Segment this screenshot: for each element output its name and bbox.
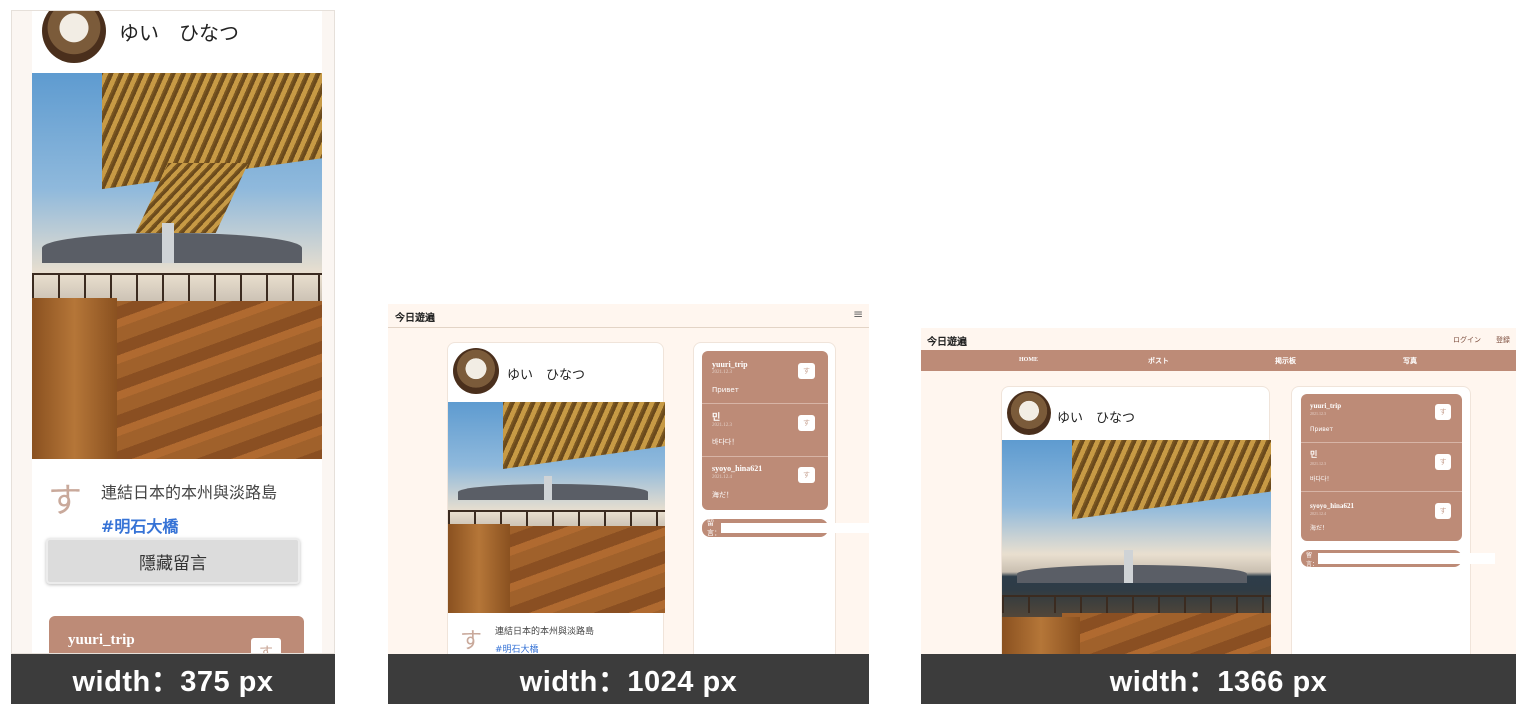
top-bar: 今日遊遍 ログイン 登録 [921, 328, 1516, 350]
post-photo[interactable] [448, 402, 665, 613]
comment-badge-button[interactable]: す [1435, 404, 1451, 420]
post-photo[interactable] [1002, 440, 1271, 654]
comment-item: syoyo_hina621 2021.12.4 海だ！ す [702, 457, 828, 510]
avatar[interactable] [453, 348, 499, 394]
username[interactable]: ゆい ひなつ [119, 17, 239, 46]
menu-icon[interactable]: ≡ [853, 307, 863, 321]
comment-badge-button[interactable]: す [798, 415, 815, 431]
comment-user[interactable]: 민 [712, 410, 720, 423]
comment-text: 바다다！ [1310, 476, 1333, 483]
post-card: ゆい ひなつ す 連結日本的本州與淡路島 #明石大橋 [447, 342, 665, 654]
comment-text: 海だ！ [712, 491, 733, 499]
caption-desktop: width：1366 px [921, 654, 1516, 704]
comment-item: syoyo_hina621 2021.12.4 海だ！ す [1301, 492, 1462, 541]
reply-input[interactable] [721, 522, 869, 534]
mobile-preview: ゆい ひなつ す 連結日本的本州與淡路島 #明石大橋 隱藏留言 yuuri_tr… [11, 10, 335, 654]
comment-date: 2021.12.3 [1310, 411, 1326, 416]
comment-text: 海だ！ [1310, 525, 1329, 532]
comment-user[interactable]: syoyo_hina621 [1310, 502, 1354, 510]
post-badge: す [48, 481, 82, 521]
hide-comments-button[interactable]: 隱藏留言 [46, 538, 300, 584]
post-badge: す [460, 629, 483, 654]
comment-list: yuuri_trip 2021.12.3 Привет す 민 2021.12.… [1301, 394, 1462, 541]
site-logo[interactable]: 今日遊遍 [927, 333, 967, 348]
username[interactable]: ゆい ひなつ [1057, 407, 1135, 426]
post-caption: 連結日本的本州與淡路島 [101, 483, 278, 502]
reply-field[interactable]: 留言： [1301, 550, 1495, 568]
comment-date: 2021.12.3 [1310, 461, 1326, 466]
post-caption: 連結日本的本州與淡路島 [495, 627, 595, 637]
comment-date: 2021.12.3 [712, 423, 732, 428]
nav-board[interactable]: 掲示板 [1275, 356, 1296, 366]
reply-field[interactable]: 留言： [702, 519, 869, 537]
site-logo[interactable]: 今日遊遍 [395, 309, 435, 324]
caption-tablet: width：1024 px [388, 654, 869, 704]
reply-label: 留言： [707, 519, 721, 537]
comment-date: 2021.12.3 [712, 370, 732, 375]
comment-user[interactable]: yuuri_trip [712, 360, 748, 369]
comment-user[interactable]: syoyo_hina621 [712, 464, 762, 473]
comment-text: Привет [712, 386, 739, 394]
post-card: ゆい ひなつ [1001, 386, 1271, 654]
desktop-preview: 今日遊遍 ログイン 登録 HOME ポスト 掲示板 写真 ゆい ひなつ yuur… [921, 328, 1516, 654]
caption-mobile: width：375 px [11, 654, 335, 704]
comment-text: 바다다！ [712, 438, 739, 446]
comment-item: yuuri_trip 2021.12.3 Привет す [702, 351, 828, 404]
comment-user[interactable]: yuuri_trip [1310, 402, 1341, 410]
login-link[interactable]: ログイン [1453, 335, 1481, 345]
nav-post[interactable]: ポスト [1148, 356, 1169, 366]
comment-item: 민 2021.12.3 바다다！ す [1301, 443, 1462, 492]
avatar[interactable] [42, 11, 106, 63]
comment-item: 민 2021.12.3 바다다！ す [702, 404, 828, 457]
comment-item: yuuri_trip す [49, 616, 304, 653]
comments-panel: yuuri_trip 2021.12.3 Привет す 민 2021.12.… [1291, 386, 1495, 654]
post-card: ゆい ひなつ す 連結日本的本州與淡路島 #明石大橋 隱藏留言 yuuri_tr… [32, 11, 322, 653]
hide-comments-label: 隱藏留言 [139, 553, 207, 574]
main-nav: HOME ポスト 掲示板 写真 [921, 350, 1516, 371]
comment-item: yuuri_trip 2021.12.3 Привет す [1301, 394, 1462, 443]
comment-badge-button[interactable]: す [798, 467, 815, 483]
post-photo[interactable] [32, 73, 322, 459]
comment-user[interactable]: 민 [1310, 449, 1317, 460]
avatar[interactable] [1007, 391, 1051, 435]
comment-date: 2021.12.4 [1310, 511, 1326, 516]
nav-photos[interactable]: 写真 [1403, 356, 1417, 366]
comment-list: yuuri_trip 2021.12.3 Привет す 민 2021.12.… [702, 351, 828, 510]
nav-home[interactable]: HOME [1019, 357, 1038, 363]
post-hashtag[interactable]: #明石大橋 [101, 513, 178, 537]
comments-panel: yuuri_trip 2021.12.3 Привет す 민 2021.12.… [693, 342, 869, 654]
top-bar: 今日遊遍 ≡ [388, 304, 869, 328]
comment-badge-button[interactable]: す [798, 363, 815, 379]
tablet-preview: 今日遊遍 ≡ ゆい ひなつ す 連結日本的本州與淡路島 #明石大橋 yuuri_… [388, 304, 869, 654]
comment-text: Привет [1310, 426, 1333, 433]
username[interactable]: ゆい ひなつ [507, 364, 585, 383]
comment-user[interactable]: yuuri_trip [68, 632, 135, 649]
comment-badge-button[interactable]: す [1435, 503, 1451, 519]
reply-input[interactable] [1318, 553, 1495, 564]
reply-label: 留言： [1306, 551, 1319, 568]
comment-badge-button[interactable]: す [251, 638, 281, 653]
post-hashtag[interactable]: #明石大橋 [495, 642, 539, 654]
register-link[interactable]: 登録 [1496, 335, 1510, 345]
comment-list: yuuri_trip す [49, 616, 304, 653]
comment-badge-button[interactable]: す [1435, 454, 1451, 470]
comment-date: 2021.12.4 [712, 475, 732, 480]
